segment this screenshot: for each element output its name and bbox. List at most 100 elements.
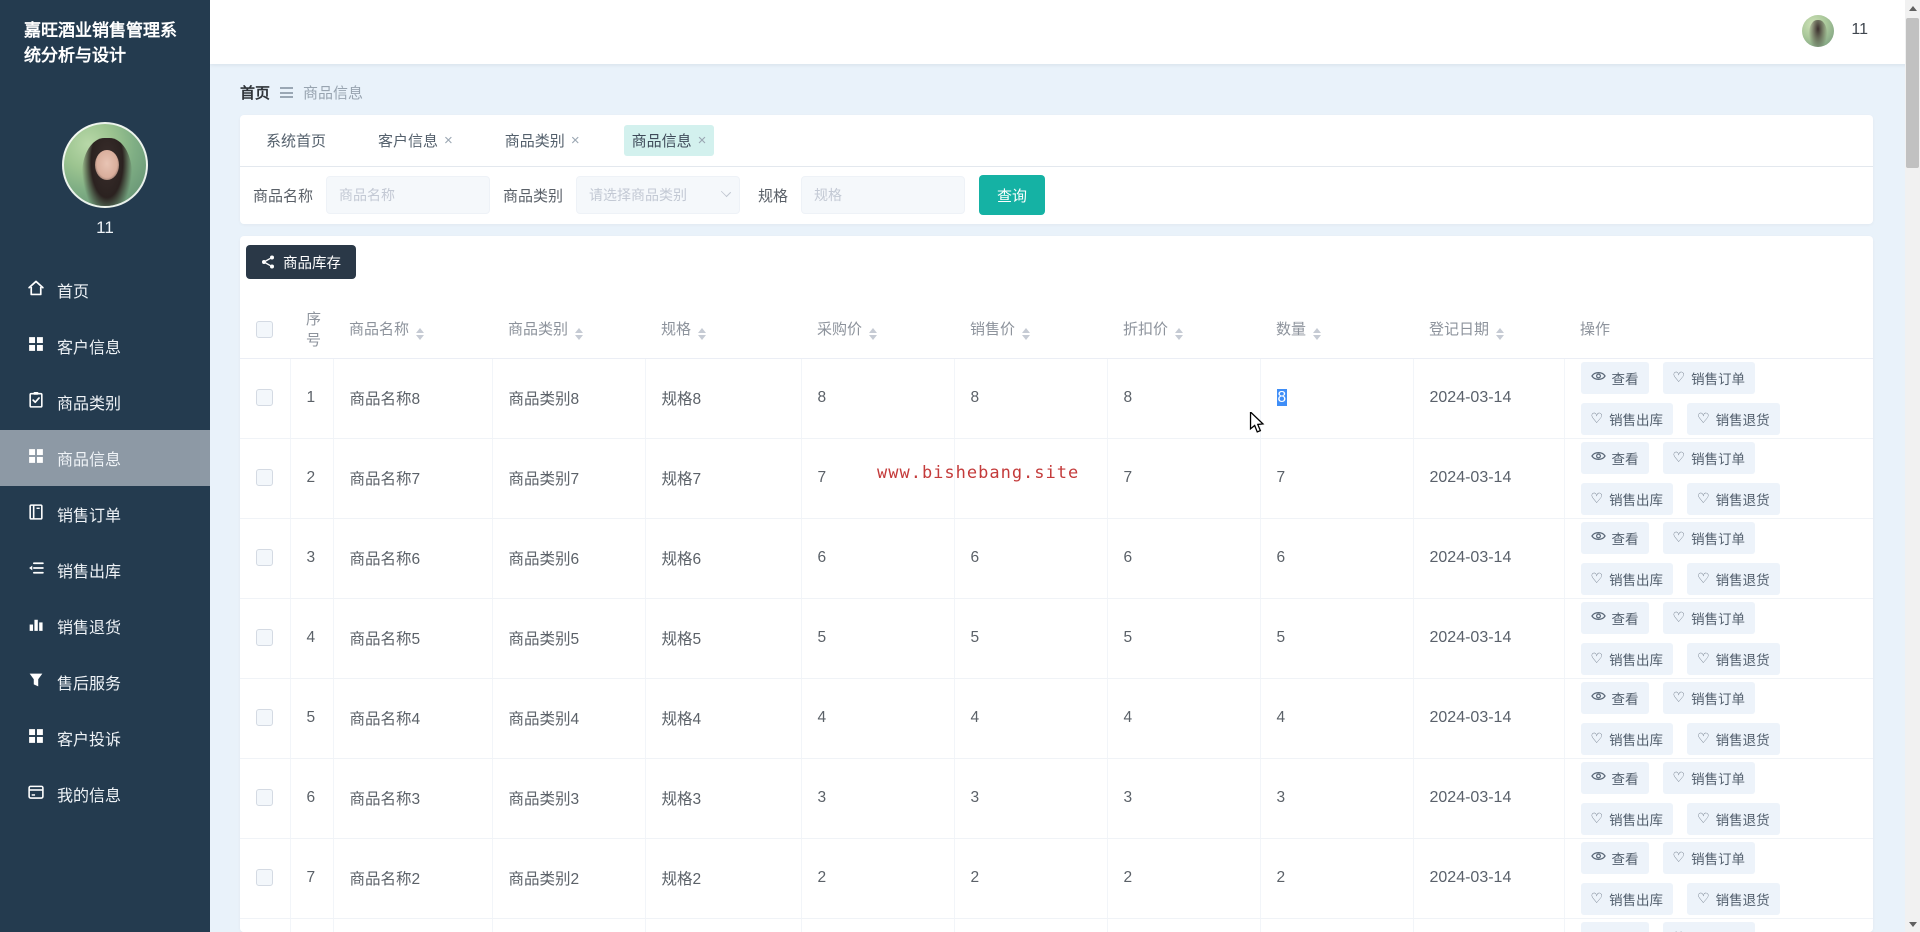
sort-icon[interactable] <box>416 328 424 340</box>
action-3-button[interactable]: ♡销售退货 <box>1687 883 1780 915</box>
action-2-button[interactable]: ♡销售出库 <box>1581 723 1674 755</box>
select-all-checkbox[interactable] <box>256 321 273 338</box>
action-2-button[interactable]: ♡销售出库 <box>1581 403 1674 435</box>
grid-icon <box>27 727 45 750</box>
action-2-button[interactable]: ♡销售出库 <box>1581 643 1674 675</box>
cell-actions: 查看 ♡销售订单 ♡销售出库 ♡销售退货 <box>1564 358 1873 438</box>
heart-icon: ♡ <box>1591 811 1604 826</box>
action-1-button[interactable]: ♡销售订单 <box>1663 442 1756 474</box>
heart-icon: ♡ <box>1591 891 1604 906</box>
action-3-button[interactable]: ♡销售退货 <box>1687 803 1780 835</box>
home-icon <box>27 279 45 302</box>
sidebar-item-9[interactable]: 我的信息 <box>0 766 210 822</box>
action-0-button[interactable]: 查看 <box>1581 842 1649 874</box>
breadcrumb-home[interactable]: 首页 <box>240 82 270 103</box>
close-icon[interactable]: × <box>444 132 453 149</box>
row-checkbox[interactable] <box>256 469 273 486</box>
sidebar-item-5[interactable]: 销售出库 <box>0 542 210 598</box>
cell-category: 商品类别1 <box>492 918 645 932</box>
sort-icon[interactable] <box>1175 328 1183 340</box>
action-3-button[interactable]: ♡销售退货 <box>1687 403 1780 435</box>
row-checkbox[interactable] <box>256 709 273 726</box>
stock-button[interactable]: 商品库存 <box>246 245 356 279</box>
sort-icon[interactable] <box>1496 328 1504 340</box>
column-header[interactable]: 登记日期 <box>1413 300 1564 358</box>
close-icon[interactable]: × <box>698 132 707 149</box>
row-checkbox[interactable] <box>256 629 273 646</box>
action-3-button[interactable]: ♡销售退货 <box>1687 483 1780 515</box>
spec-input[interactable] <box>801 176 965 214</box>
row-checkbox[interactable] <box>256 869 273 886</box>
column-header[interactable]: 商品类别 <box>492 300 645 358</box>
sidebar-item-6[interactable]: 销售退货 <box>0 598 210 654</box>
sidebar-item-7[interactable]: 售后服务 <box>0 654 210 710</box>
sidebar-item-2[interactable]: 商品类别 <box>0 374 210 430</box>
sidebar-item-3[interactable]: 商品信息 <box>0 430 210 486</box>
column-header[interactable]: 采购价 <box>801 300 954 358</box>
action-3-button[interactable]: ♡销售退货 <box>1687 723 1780 755</box>
tab-0[interactable]: 系统首页 <box>258 125 334 156</box>
action-2-button[interactable]: ♡销售出库 <box>1581 883 1674 915</box>
scrollbar-thumb[interactable] <box>1906 18 1919 168</box>
action-2-button[interactable]: ♡销售出库 <box>1581 563 1674 595</box>
sort-icon[interactable] <box>575 328 583 340</box>
row-checkbox[interactable] <box>256 789 273 806</box>
tab-2[interactable]: 商品类别× <box>497 125 588 156</box>
column-header[interactable]: 数量 <box>1260 300 1413 358</box>
cell-index: 5 <box>290 678 333 758</box>
column-header[interactable]: 规格 <box>645 300 801 358</box>
column-header[interactable]: 销售价 <box>954 300 1107 358</box>
query-button[interactable]: 查询 <box>979 175 1045 215</box>
action-1-button[interactable]: ♡销售订单 <box>1663 922 1756 932</box>
action-0-button[interactable]: 查看 <box>1581 682 1649 714</box>
sort-icon[interactable] <box>1022 328 1030 340</box>
action-0-button[interactable]: 查看 <box>1581 922 1649 932</box>
action-1-button[interactable]: ♡销售订单 <box>1663 842 1756 874</box>
action-0-button[interactable]: 查看 <box>1581 762 1649 794</box>
tab-3[interactable]: 商品信息× <box>624 125 715 156</box>
action-1-button[interactable]: ♡销售订单 <box>1663 362 1756 394</box>
sort-icon[interactable] <box>869 328 877 340</box>
action-3-button[interactable]: ♡销售退货 <box>1687 563 1780 595</box>
category-select[interactable] <box>576 176 740 214</box>
avatar[interactable] <box>62 122 148 208</box>
action-0-button[interactable]: 查看 <box>1581 442 1649 474</box>
scroll-up-icon[interactable] <box>1905 0 1920 16</box>
action-1-button[interactable]: ♡销售订单 <box>1663 682 1756 714</box>
eye-icon <box>1591 850 1606 865</box>
action-2-button[interactable]: ♡销售出库 <box>1581 803 1674 835</box>
scrollbar[interactable] <box>1905 0 1920 932</box>
action-3-button[interactable]: ♡销售退货 <box>1687 643 1780 675</box>
sidebar-item-label: 客户信息 <box>57 334 121 358</box>
sidebar-item-0[interactable]: 首页 <box>0 262 210 318</box>
sidebar-item-4[interactable]: 销售订单 <box>0 486 210 542</box>
table-row: 6商品名称3商品类别3规格333332024-03-14查看♡销售订单♡销售出库… <box>240 758 1873 838</box>
action-0-button[interactable]: 查看 <box>1581 602 1649 634</box>
tab-1[interactable]: 客户信息× <box>370 125 461 156</box>
row-checkbox[interactable] <box>256 549 273 566</box>
action-0-button[interactable]: 查看 <box>1581 522 1649 554</box>
scroll-down-icon[interactable] <box>1905 916 1920 932</box>
column-header[interactable]: 商品名称 <box>333 300 492 358</box>
sidebar-item-label: 销售订单 <box>57 502 121 526</box>
sidebar-item-8[interactable]: 客户投诉 <box>0 710 210 766</box>
cell-date: 2024-03-14 <box>1413 438 1564 518</box>
close-icon[interactable]: × <box>571 132 580 149</box>
avatar[interactable] <box>1802 15 1834 47</box>
action-0-button[interactable]: 查看 <box>1581 362 1649 394</box>
action-1-button[interactable]: ♡销售订单 <box>1663 602 1756 634</box>
category-select-input[interactable] <box>576 176 740 214</box>
name-input[interactable] <box>326 176 490 214</box>
cell-discount: 3 <box>1107 758 1260 838</box>
sidebar-item-1[interactable]: 客户信息 <box>0 318 210 374</box>
sort-icon[interactable] <box>698 328 706 340</box>
action-1-button[interactable]: ♡销售订单 <box>1663 762 1756 794</box>
column-header[interactable]: 折扣价 <box>1107 300 1260 358</box>
cell-date: 2024-03-14 <box>1413 918 1564 932</box>
cell-purchase: 1 <box>801 918 954 932</box>
action-2-button[interactable]: ♡销售出库 <box>1581 483 1674 515</box>
row-checkbox[interactable] <box>256 389 273 406</box>
action-1-button[interactable]: ♡销售订单 <box>1663 522 1756 554</box>
breadcrumb: 首页 商品信息 <box>240 82 363 103</box>
sort-icon[interactable] <box>1313 328 1321 340</box>
